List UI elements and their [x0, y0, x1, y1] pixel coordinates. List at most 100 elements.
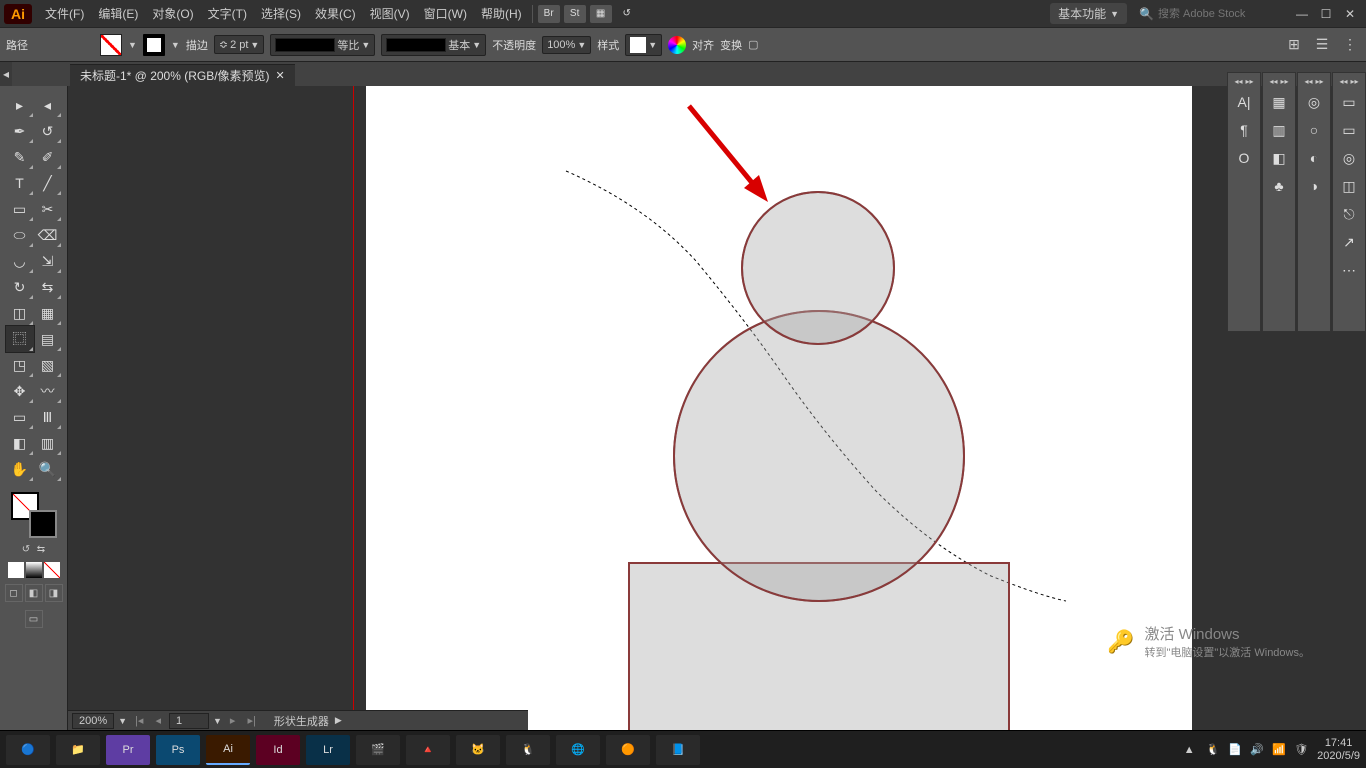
tray-icon-2[interactable]: 🔊	[1249, 743, 1265, 756]
taskbar-app-2[interactable]: Pr	[106, 735, 150, 765]
style-swatch[interactable]: ▼	[625, 34, 662, 56]
transform-label[interactable]: 变换	[720, 37, 742, 53]
tool-5-0[interactable]: ⬭	[6, 222, 34, 248]
opentype-panel-icon[interactable]: O	[1231, 145, 1257, 171]
search-stock[interactable]: 🔍	[1133, 5, 1284, 23]
color-mode-solid[interactable]	[8, 562, 24, 578]
menu-view[interactable]: 视图(V)	[363, 0, 417, 28]
tray-icon-3[interactable]: 📶	[1271, 743, 1287, 756]
close-button[interactable]: ✕	[1338, 5, 1362, 23]
taskbar-app-13[interactable]: 📘	[656, 735, 700, 765]
arrange-icon[interactable]: ☰	[1312, 35, 1332, 55]
tray-icon-1[interactable]: 📄	[1227, 743, 1243, 756]
tool-11-1[interactable]: 〰	[34, 378, 62, 404]
status-info-dropdown[interactable]: ▶	[335, 715, 342, 726]
color-panel-icon[interactable]: ◑	[1301, 173, 1327, 199]
swatches-panel-icon[interactable]: ◎	[1336, 145, 1362, 171]
close-tab-button[interactable]: ✕	[276, 69, 285, 82]
tool-10-0[interactable]: ◳	[6, 352, 34, 378]
prev-artboard-button[interactable]: ◂	[151, 714, 165, 727]
tool-3-0[interactable]: T	[6, 170, 34, 196]
symbols-panel-icon[interactable]: ♣	[1266, 173, 1292, 199]
fill-dropdown[interactable]: ▼	[128, 40, 137, 50]
maximize-button[interactable]: ☐	[1314, 5, 1338, 23]
tray-icon-4[interactable]: 🛡	[1293, 743, 1309, 756]
zoom-dropdown[interactable]: ▼	[118, 716, 127, 726]
paragraph-panel-icon[interactable]: ¶	[1231, 117, 1257, 143]
tool-5-1[interactable]: ⌫	[34, 222, 62, 248]
graphic-styles-icon[interactable]: ◐	[1301, 145, 1327, 171]
first-artboard-button[interactable]: |◂	[131, 714, 147, 727]
taskbar-app-6[interactable]: Lr	[306, 735, 350, 765]
last-artboard-button[interactable]: ▸|	[243, 714, 259, 727]
tool-3-1[interactable]: ╱	[34, 170, 62, 196]
tool-6-1[interactable]: ⇲	[34, 248, 62, 274]
tool-8-0[interactable]: ◫	[6, 300, 34, 326]
menu-window[interactable]: 窗口(W)	[417, 0, 474, 28]
tool-4-1[interactable]: ✂	[34, 196, 62, 222]
tool-11-0[interactable]: ✥	[6, 378, 34, 404]
essentials-icon[interactable]: ⊞	[1284, 35, 1304, 55]
tool-9-0[interactable]: ⿴	[6, 326, 34, 352]
menu-select[interactable]: 选择(S)	[254, 0, 308, 28]
taskbar-app-1[interactable]: 📁	[56, 735, 100, 765]
draw-normal[interactable]: ◻	[5, 584, 23, 602]
align-panel-icon[interactable]: ▦	[1266, 89, 1292, 115]
tool-12-0[interactable]: ▭	[6, 404, 34, 430]
taskbar-app-11[interactable]: 🌐	[556, 735, 600, 765]
transform-bbox-icon[interactable]: ▢	[748, 38, 758, 51]
align-label[interactable]: 对齐	[692, 37, 714, 53]
taskbar-app-3[interactable]: Ps	[156, 735, 200, 765]
artboards-panel-icon[interactable]: ▭	[1336, 89, 1362, 115]
taskbar-app-0[interactable]: 🔵	[6, 735, 50, 765]
tool-7-0[interactable]: ↻	[6, 274, 34, 300]
brush-definition-dd[interactable]: 基本▼	[381, 34, 486, 56]
tool-2-0[interactable]: ✎	[6, 144, 34, 170]
tool-6-0[interactable]: ◡	[6, 248, 34, 274]
menu-object[interactable]: 对象(O)	[145, 0, 200, 28]
color-mode-none[interactable]	[44, 562, 60, 578]
stroke-dropdown[interactable]: ▼	[171, 40, 180, 50]
appearance-panel-icon[interactable]: ○	[1301, 117, 1327, 143]
tray-date[interactable]: 2020/5/9	[1317, 750, 1360, 762]
export-panel-icon[interactable]: ↗	[1336, 229, 1362, 255]
tool-8-1[interactable]: ▦	[34, 300, 62, 326]
taskbar-app-8[interactable]: 🔺	[406, 735, 450, 765]
tool-7-1[interactable]: ⇆	[34, 274, 62, 300]
search-stock-input[interactable]	[1158, 8, 1278, 20]
tool-10-1[interactable]: ▧	[34, 352, 62, 378]
tool-0-1[interactable]: ◂	[34, 92, 62, 118]
gpu-preview-button[interactable]: ↺	[616, 5, 638, 23]
layers-panel-icon[interactable]: ▭	[1336, 117, 1362, 143]
menu-type[interactable]: 文字(T)	[201, 0, 254, 28]
minimize-button[interactable]: —	[1290, 5, 1314, 23]
stroke-swatch[interactable]	[143, 34, 165, 56]
stroke-weight-field[interactable]: ≎ 2 pt ▼	[214, 35, 265, 54]
arrange-docs-button[interactable]: ▦	[590, 5, 612, 23]
more-options-icon[interactable]: ⋮	[1340, 35, 1360, 55]
draw-inside[interactable]: ◨	[45, 584, 63, 602]
tool-0-0[interactable]: ▸	[6, 92, 34, 118]
menu-help[interactable]: 帮助(H)	[474, 0, 529, 28]
taskbar-app-4[interactable]: Ai	[206, 735, 250, 765]
document-tab[interactable]: 未标题-1* @ 200% (RGB/像素预览) ✕	[70, 64, 295, 86]
tool-1-0[interactable]: ✒	[6, 118, 34, 144]
taskbar-app-12[interactable]: 🟠	[606, 735, 650, 765]
bridge-button[interactable]: Br	[538, 5, 560, 23]
canvas-viewport[interactable]: 🔑 激活 Windows 转到"电脑设置"以激活 Windows。	[68, 86, 1366, 730]
fill-swatch[interactable]	[100, 34, 122, 56]
tool-13-1[interactable]: ▥	[34, 430, 62, 456]
next-artboard-button[interactable]: ▸	[226, 714, 240, 727]
menu-file[interactable]: 文件(F)	[38, 0, 91, 28]
default-colors-button[interactable]: ↺	[19, 542, 33, 556]
taskbar-app-7[interactable]: 🎬	[356, 735, 400, 765]
tool-14-0[interactable]: ✋	[6, 456, 34, 482]
taskbar-app-9[interactable]: 🐱	[456, 735, 500, 765]
character-panel-icon[interactable]: A|	[1231, 89, 1257, 115]
transform-panel-icon[interactable]: ▥	[1266, 117, 1292, 143]
tool-13-0[interactable]: ◧	[6, 430, 34, 456]
draw-behind[interactable]: ◧	[25, 584, 43, 602]
stock-button[interactable]: St	[564, 5, 586, 23]
width-profile-dd[interactable]: 等比▼	[270, 34, 375, 56]
artboard-number-field[interactable]: 1	[169, 713, 209, 729]
